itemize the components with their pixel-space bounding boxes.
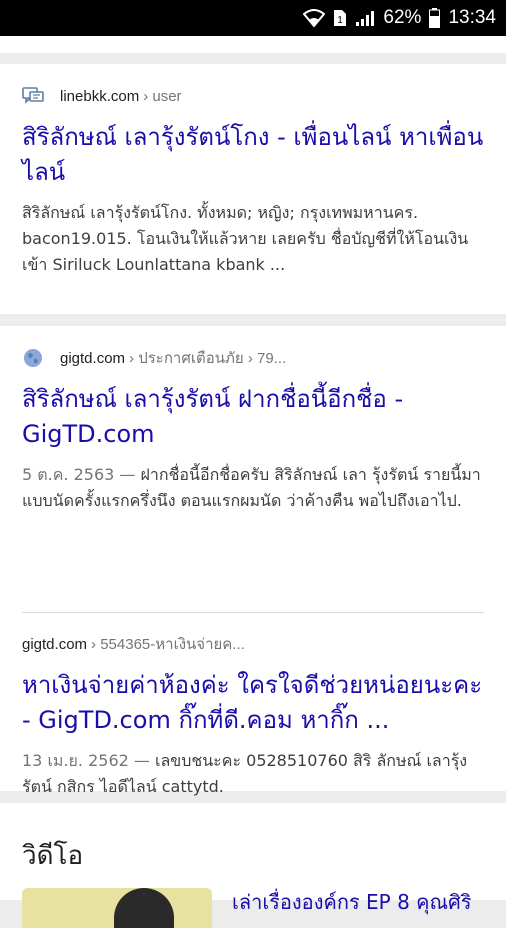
result-card-1: linebkk.com › user สิริลักษณ์ เลารุ้งรัต… <box>0 64 506 314</box>
wifi-icon <box>303 9 326 27</box>
result-title-link[interactable]: สิริลักษณ์ เลารุ้งรัตน์ ฝากชื่อนี้อีกชื่… <box>22 382 484 452</box>
video-thumbnail-person <box>114 888 174 928</box>
battery-percent: 62% <box>383 7 422 28</box>
video-title-link[interactable]: เล่าเรื่ององค์กร EP 8 คุณศิริ <box>232 888 492 916</box>
result-site: linebkk.com <box>60 87 140 105</box>
result-snippet: สิริลักษณ์ เลารุ้งรัตน์โกง. ทั้งหมด; หญิ… <box>22 203 469 274</box>
status-bar: 1 62% 13:34 <box>0 0 506 36</box>
result-title-link[interactable]: หาเงินจ่ายค่าห้องค่ะ ใครใจดีช่วยหน่อยนะค… <box>22 668 484 738</box>
result-path: › 554365-หาเงินจ่ายค... <box>91 636 245 653</box>
videos-heading: วิดีโอ <box>22 841 84 871</box>
result-path: › ประกาศเตือนภัย › 79... <box>129 350 287 367</box>
divider <box>22 612 484 613</box>
result-source[interactable]: gigtd.com › ประกาศเตือนภัย › 79... <box>22 346 484 370</box>
result-site: gigtd.com <box>60 349 126 367</box>
result-site: gigtd.com <box>22 635 88 653</box>
video-thumbnail[interactable] <box>22 888 212 928</box>
chat-favicon-icon <box>22 85 44 107</box>
result-snippet: 13 เม.ย. 2562 — เลขบชนะคะ 0528510760 สิร… <box>22 748 484 800</box>
result-source[interactable]: linebkk.com › user <box>22 84 484 108</box>
result-date: 13 เม.ย. 2562 — <box>22 751 150 770</box>
signal-icon <box>355 9 375 27</box>
search-results-page: linebkk.com › user สิริลักษณ์ เลารุ้งรัต… <box>0 36 506 928</box>
result-date: 5 ต.ค. 2563 — <box>22 465 136 484</box>
videos-section: วิดีโอ เล่าเรื่ององค์กร EP 8 คุณศิริ <box>0 803 506 928</box>
clock: 13:34 <box>448 7 496 28</box>
result-source[interactable]: gigtd.com › 554365-หาเงินจ่ายค... <box>22 632 484 656</box>
sim-icon: 1 <box>333 9 347 27</box>
previous-result-card <box>0 36 506 53</box>
globe-favicon-icon <box>22 347 44 369</box>
svg-text:1: 1 <box>338 15 344 26</box>
result-path: › user <box>143 87 182 105</box>
result-snippet: 5 ต.ค. 2563 — ฝากชื่อนี้อีกชื่อครับ สิริ… <box>22 462 484 514</box>
battery-icon <box>429 8 441 28</box>
result-title-link[interactable]: สิริลักษณ์ เลารุ้งรัตน์โกง - เพื่อนไลน์ … <box>22 120 484 190</box>
result-card-2: gigtd.com › ประกาศเตือนภัย › 79... สิริล… <box>0 326 506 796</box>
